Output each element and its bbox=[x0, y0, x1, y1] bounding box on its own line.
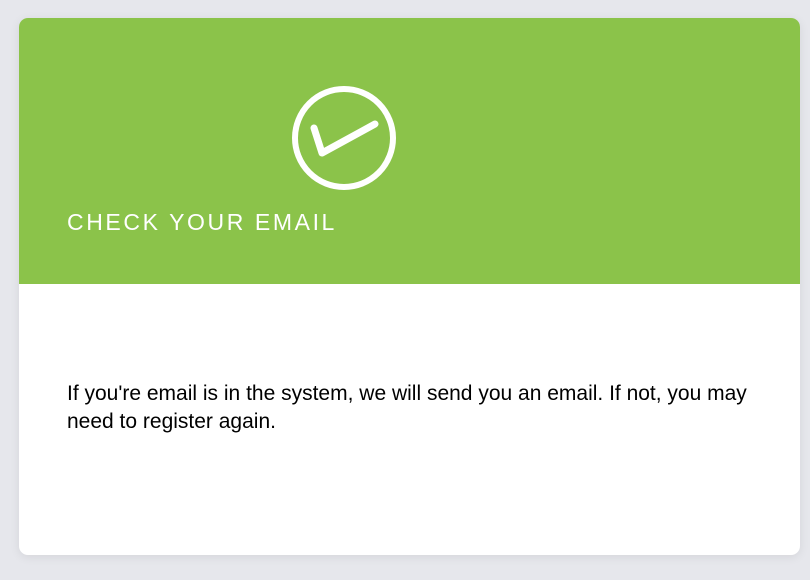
confirmation-message: If you're email is in the system, we wil… bbox=[67, 382, 747, 433]
card-header: CHECK YOUR EMAIL bbox=[19, 18, 800, 284]
page-title: CHECK YOUR EMAIL bbox=[67, 209, 337, 235]
confirmation-card: CHECK YOUR EMAIL If you're email is in t… bbox=[19, 18, 800, 555]
check-circle-icon bbox=[292, 86, 396, 190]
card-body: If you're email is in the system, we wil… bbox=[19, 284, 800, 555]
